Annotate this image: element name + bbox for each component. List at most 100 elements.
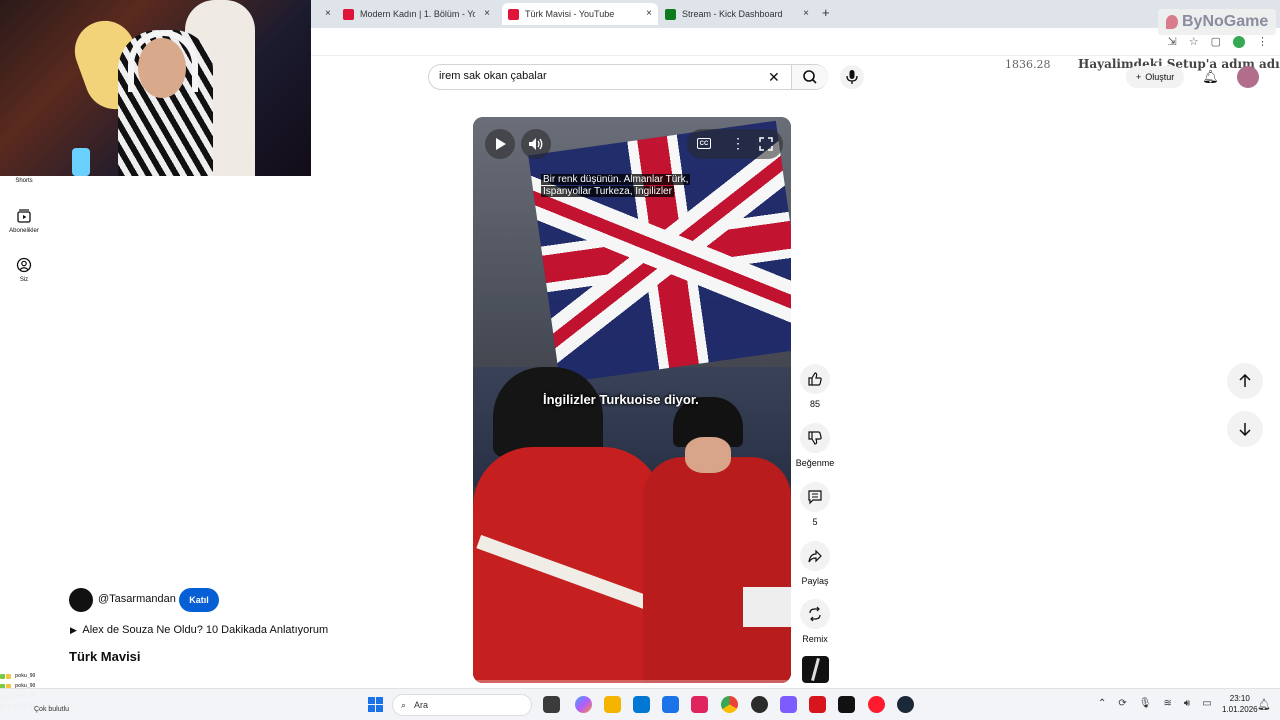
channel-handle[interactable]: @Tasarmandan <box>98 593 176 605</box>
search-input[interactable] <box>439 70 759 82</box>
sync-icon[interactable]: ⟳ <box>1118 698 1126 709</box>
channel-avatar[interactable] <box>69 588 93 612</box>
clock-date: 1.01.2026 <box>1222 705 1258 714</box>
install-app-icon[interactable]: ⇲ <box>1168 35 1177 48</box>
tiktok-studio-icon[interactable] <box>691 696 708 713</box>
search-box: ✕ <box>428 64 828 90</box>
wifi-icon[interactable]: ≋ <box>1163 698 1171 709</box>
taskbar-clock[interactable]: 23:10 1.01.2026 <box>1222 693 1258 715</box>
next-video-button[interactable] <box>1227 411 1263 447</box>
headset-icon <box>128 30 198 92</box>
fullscreen-icon[interactable] <box>759 137 773 151</box>
outlook-icon[interactable] <box>662 696 679 713</box>
comments-button[interactable]: 5 <box>795 482 835 527</box>
volume-button[interactable] <box>521 129 551 159</box>
webcam-light <box>72 148 90 176</box>
vpn-icon[interactable] <box>780 696 797 713</box>
share-button[interactable]: Paylaş <box>795 541 835 586</box>
extensions-icon[interactable]: ▢ <box>1211 35 1221 48</box>
voice-search-button[interactable] <box>840 65 864 89</box>
play-icon <box>496 138 506 150</box>
account-avatar[interactable] <box>1236 66 1259 88</box>
chat-username: poku_90 <box>15 673 36 679</box>
tiktok-icon[interactable] <box>838 696 855 713</box>
taskbar-search-label: Ara <box>414 700 429 710</box>
video-bearskin-hat <box>493 367 603 457</box>
dislike-button[interactable]: Beğenme <box>795 423 835 468</box>
sidebar-item-subscriptions[interactable]: Abonelikler <box>0 208 48 234</box>
webcam-overlay <box>0 0 311 176</box>
clear-search-icon[interactable]: ✕ <box>768 69 780 86</box>
close-tab-icon[interactable]: × <box>484 8 490 19</box>
microsoft-store-icon[interactable] <box>633 696 650 713</box>
obs-icon[interactable] <box>751 696 768 713</box>
video-guard-face <box>685 437 731 473</box>
notifications-bell-icon[interactable]: 🔔︎ <box>1202 69 1219 85</box>
battery-icon[interactable]: ▭ <box>1202 698 1211 709</box>
youtube-favicon-icon <box>343 8 354 20</box>
arrow-down-icon <box>1239 423 1251 436</box>
share-label: Paylaş <box>801 576 829 586</box>
kick-favicon-icon <box>665 8 676 20</box>
caption-line-1: Bir renk düşünün. Almanlar Türk, <box>541 174 691 185</box>
volume-icon <box>529 138 543 150</box>
tab-kick-dashboard[interactable]: Stream - Kick Dashboard × <box>665 3 815 25</box>
browser-menu-icon[interactable]: ⋮ <box>1257 35 1268 48</box>
bookmark-star-icon[interactable]: ☆ <box>1189 35 1199 48</box>
close-tab-icon[interactable]: × <box>803 8 809 19</box>
tab-title: Modern Kadın | 1. Bölüm - YouTube <box>360 9 475 19</box>
address-bar: ⇲ ☆ ▢ ⋮ <box>311 28 1280 56</box>
play-button[interactable] <box>485 129 515 159</box>
related-video-link[interactable]: ▶ Alex de Souza Ne Oldu? 10 Dakikada Anl… <box>70 624 328 636</box>
windows-taskbar: ⌕ Ara ⌃ ⟳ 🎙︎ ≋ 🔊︎ ▭ 23:10 1.01.2026 🔔︎ <box>0 688 1280 720</box>
search-icon <box>803 70 817 84</box>
union-jack-flag <box>528 120 791 384</box>
copilot-icon[interactable] <box>575 696 592 713</box>
opera-icon[interactable] <box>868 696 885 713</box>
browser-toolbar-icons: ⇲ ☆ ▢ ⋮ <box>1168 35 1268 48</box>
like-count: 85 <box>809 399 820 409</box>
remix-button[interactable]: Remix <box>795 599 835 644</box>
video-banner <box>743 587 791 627</box>
tab-title: Stream - Kick Dashboard <box>682 9 783 19</box>
more-options-icon[interactable]: ⋮ <box>731 135 745 152</box>
windows-start-icon[interactable] <box>368 697 383 712</box>
system-tray: ⌃ ⟳ 🎙︎ ≋ 🔊︎ ▭ <box>1098 698 1212 709</box>
file-explorer-icon[interactable] <box>604 696 621 713</box>
search-button[interactable] <box>791 65 828 89</box>
chrome-icon[interactable] <box>721 696 738 713</box>
volume-tray-icon[interactable]: 🔊︎ <box>1184 698 1190 709</box>
steam-icon[interactable] <box>897 696 914 713</box>
tab-modern-kadin[interactable]: Modern Kadın | 1. Bölüm - YouTube × <box>343 3 496 25</box>
close-tab-icon[interactable]: × <box>646 8 652 19</box>
subscriptions-icon <box>17 209 31 223</box>
tray-overflow-icon[interactable]: ⌃ <box>1098 698 1106 709</box>
captions-button[interactable]: CC <box>697 138 711 149</box>
like-button[interactable]: 85 <box>795 364 835 409</box>
previous-video-button[interactable] <box>1227 363 1263 399</box>
sidebar-item-you[interactable]: Siz <box>0 257 48 283</box>
youtube-favicon-icon <box>508 8 519 20</box>
close-tab-icon[interactable]: × <box>325 8 331 19</box>
create-button[interactable]: + Oluştur <box>1126 66 1185 88</box>
join-button[interactable]: Katıl <box>179 588 219 612</box>
chat-message: poku_90 <box>0 671 260 681</box>
new-tab-button[interactable]: + <box>822 5 830 20</box>
dislike-label: Beğenme <box>795 458 835 468</box>
screen: × Modern Kadın | 1. Bölüm - YouTube × Tü… <box>0 0 1280 720</box>
shorts-video-player[interactable]: CC ⋮ Bir renk düşünün. Almanlar Türk, İs… <box>473 117 791 683</box>
sidebar-item-shorts[interactable]: Shorts <box>0 178 48 184</box>
profile-icon[interactable] <box>1233 35 1245 48</box>
l-app-icon[interactable] <box>809 696 826 713</box>
video-progress-bar[interactable] <box>473 680 791 683</box>
microphone-icon <box>846 70 858 84</box>
create-label: Oluştur <box>1145 72 1175 82</box>
microphone-tray-icon[interactable]: 🎙︎ <box>1139 698 1152 709</box>
video-guard <box>473 447 663 683</box>
tab-turk-mavisi[interactable]: Türk Mavisi - YouTube × <box>502 3 658 25</box>
taskbar-search[interactable]: ⌕ Ara <box>392 694 532 716</box>
thumbs-up-icon <box>808 372 822 386</box>
sound-thumbnail[interactable] <box>802 656 829 683</box>
notification-center-icon[interactable]: 🔔︎ <box>1257 698 1271 711</box>
task-view-icon[interactable] <box>543 696 560 713</box>
